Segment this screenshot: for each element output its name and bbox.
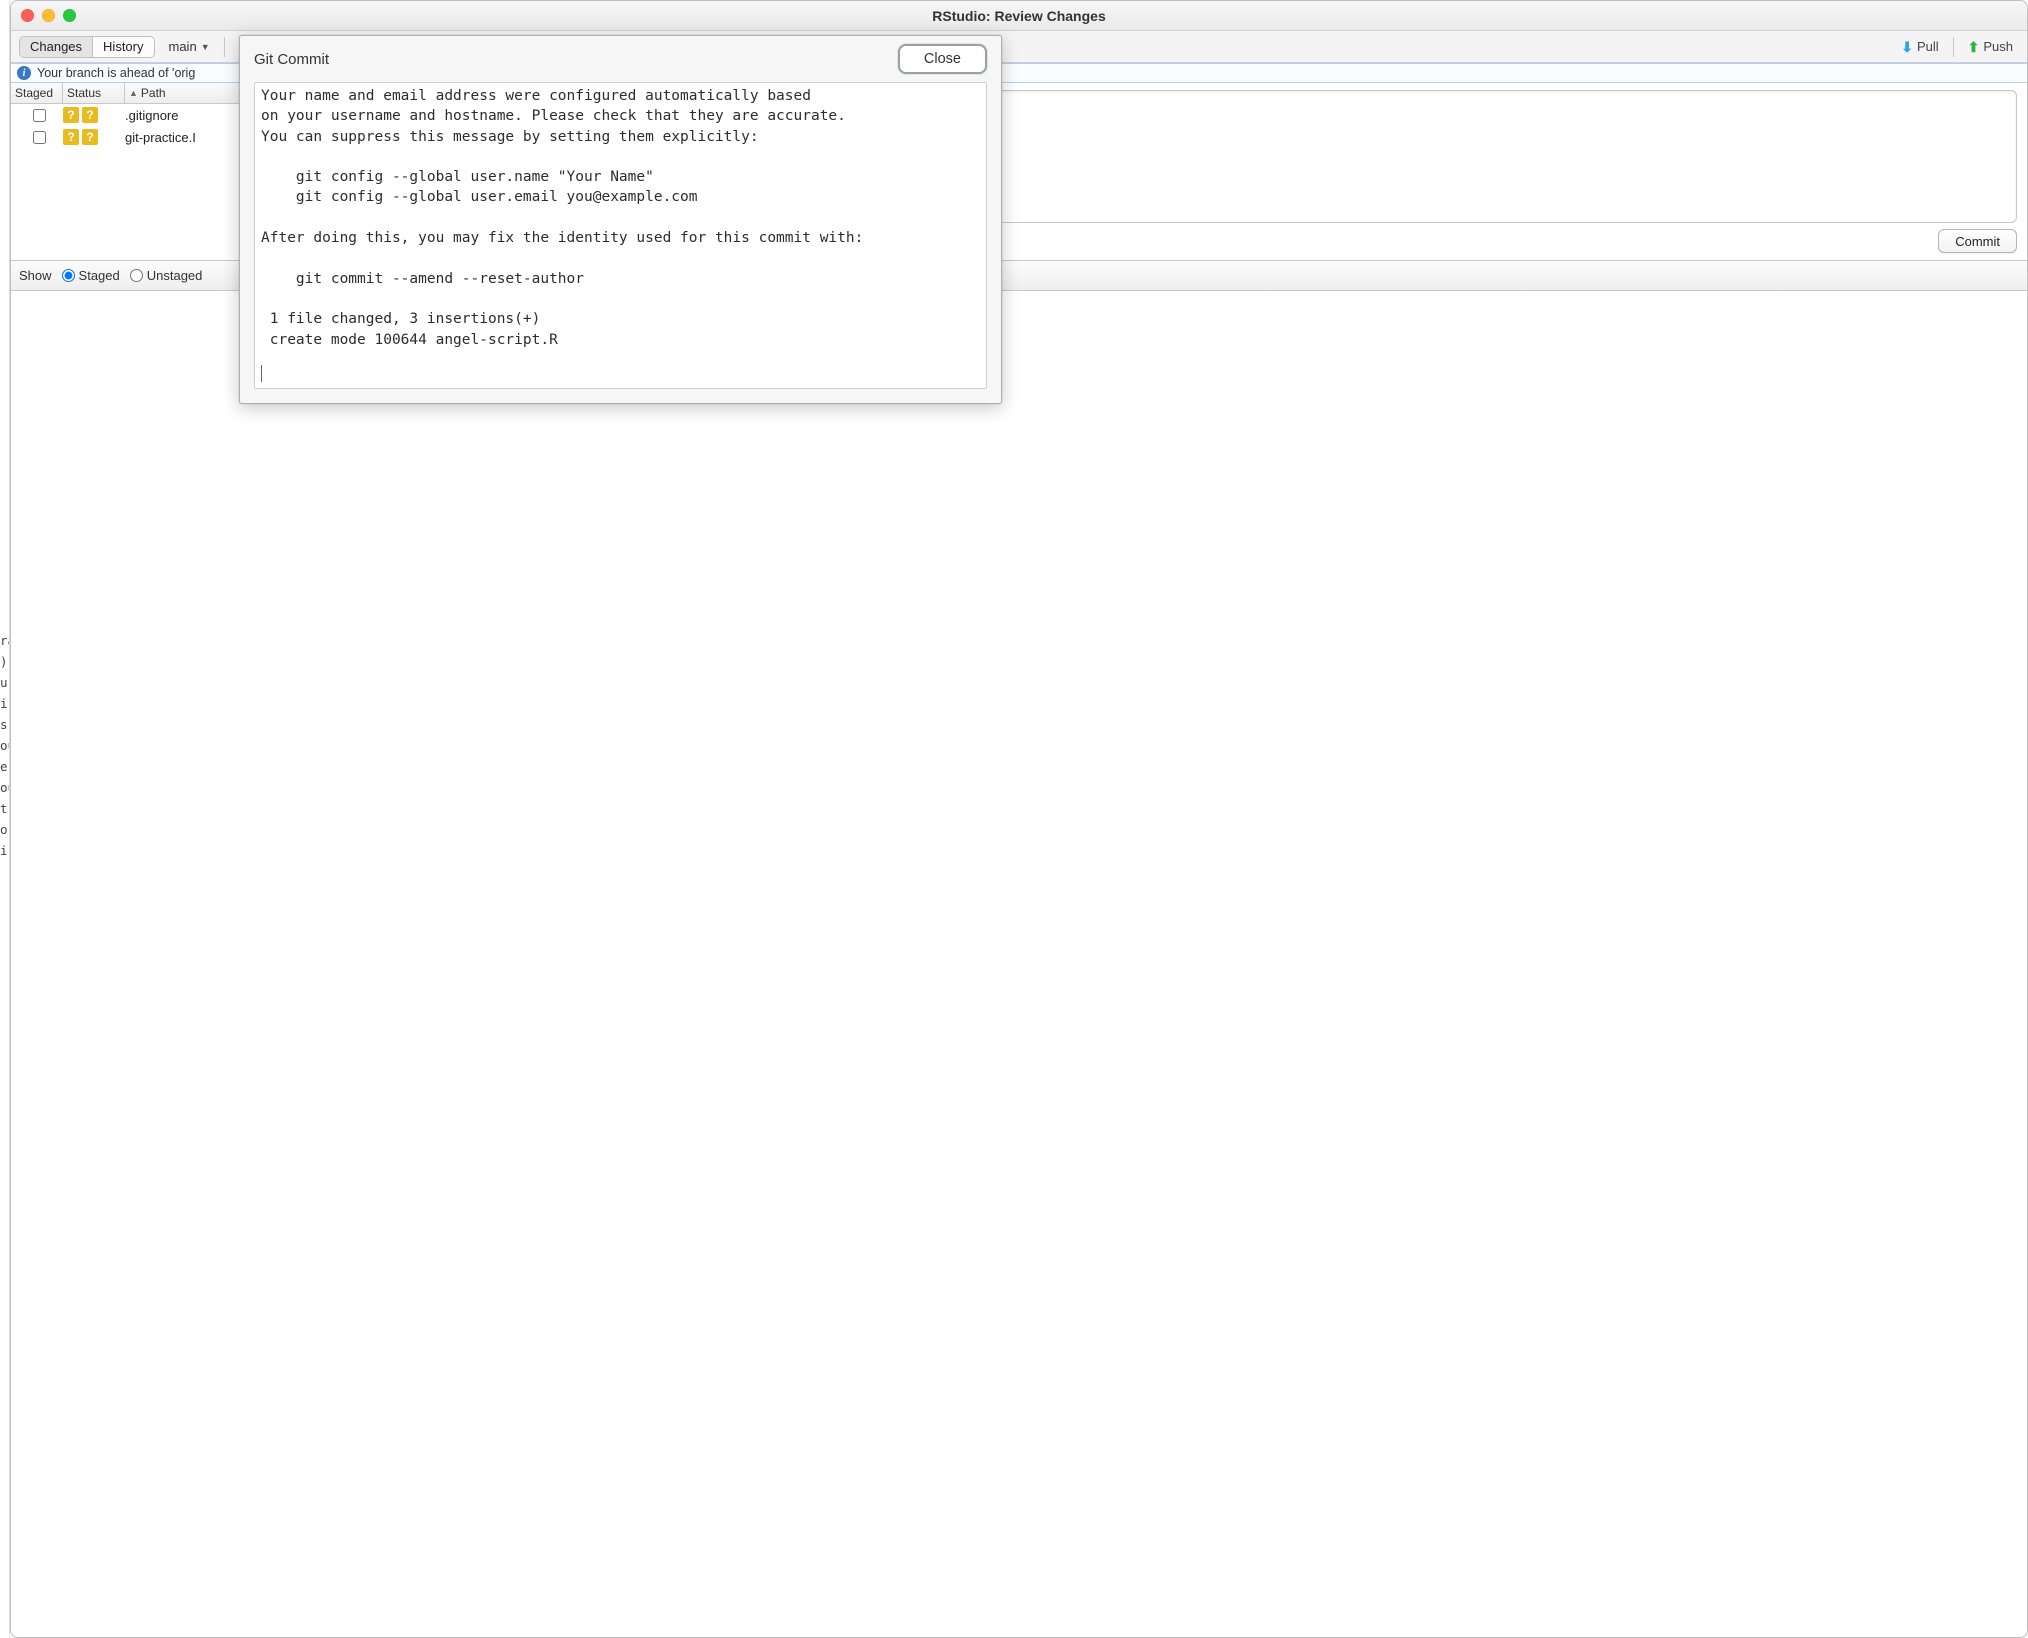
commit-button[interactable]: Commit xyxy=(1938,229,2017,253)
window-minimize-button[interactable] xyxy=(42,9,55,22)
show-staged-radio[interactable] xyxy=(62,269,75,282)
window-close-button[interactable] xyxy=(21,9,34,22)
tab-changes[interactable]: Changes xyxy=(20,37,93,57)
titlebar: RStudio: Review Changes xyxy=(11,1,2027,31)
view-toggle: Changes History xyxy=(19,36,155,58)
toolbar-divider xyxy=(1953,37,1954,57)
modal-title: Git Commit xyxy=(254,51,329,68)
branch-name: main xyxy=(169,39,197,54)
pull-button[interactable]: ⬇ Pull xyxy=(1895,36,1944,58)
info-icon: i xyxy=(17,66,31,80)
col-status[interactable]: Status xyxy=(63,83,125,103)
review-changes-window: RStudio: Review Changes Changes History … xyxy=(10,0,2028,1638)
arrow-up-icon: ⬆ xyxy=(1968,40,1980,54)
status-icons: ?? xyxy=(63,107,125,123)
window-title: RStudio: Review Changes xyxy=(932,8,1105,24)
text-caret xyxy=(261,365,262,382)
stage-checkbox[interactable] xyxy=(33,131,46,144)
tab-history[interactable]: History xyxy=(93,37,153,57)
unknown-status-icon: ? xyxy=(63,129,79,145)
branch-ahead-text: Your branch is ahead of 'orig xyxy=(37,66,195,80)
close-button[interactable]: Close xyxy=(898,44,987,74)
show-label: Show xyxy=(19,268,52,283)
show-unstaged-option[interactable]: Unstaged xyxy=(130,268,203,283)
col-staged[interactable]: Staged xyxy=(11,83,63,103)
unknown-status-icon: ? xyxy=(82,107,98,123)
toolbar-divider xyxy=(224,37,225,57)
push-button[interactable]: ⬆ Push xyxy=(1962,36,2019,58)
sort-asc-icon: ▲ xyxy=(129,88,138,98)
unknown-status-icon: ? xyxy=(63,107,79,123)
modal-header: Git Commit Close xyxy=(240,36,1001,82)
diff-view xyxy=(11,291,2027,1637)
window-controls xyxy=(21,9,76,22)
show-unstaged-radio[interactable] xyxy=(130,269,143,282)
git-output: Your name and email address were configu… xyxy=(261,86,980,350)
modal-body: Your name and email address were configu… xyxy=(254,82,987,389)
status-icons: ?? xyxy=(63,129,125,145)
unknown-status-icon: ? xyxy=(82,129,98,145)
show-staged-option[interactable]: Staged xyxy=(62,268,120,283)
chevron-down-icon: ▼ xyxy=(201,42,210,52)
stage-checkbox[interactable] xyxy=(33,109,46,122)
arrow-down-icon: ⬇ xyxy=(1901,40,1913,54)
git-commit-modal: Git Commit Close Your name and email add… xyxy=(239,35,1002,404)
window-zoom-button[interactable] xyxy=(63,9,76,22)
console-left-crop: ra ) ur ir s ou e( ou t or i xyxy=(0,0,10,1638)
branch-selector[interactable]: main ▼ xyxy=(161,36,218,58)
